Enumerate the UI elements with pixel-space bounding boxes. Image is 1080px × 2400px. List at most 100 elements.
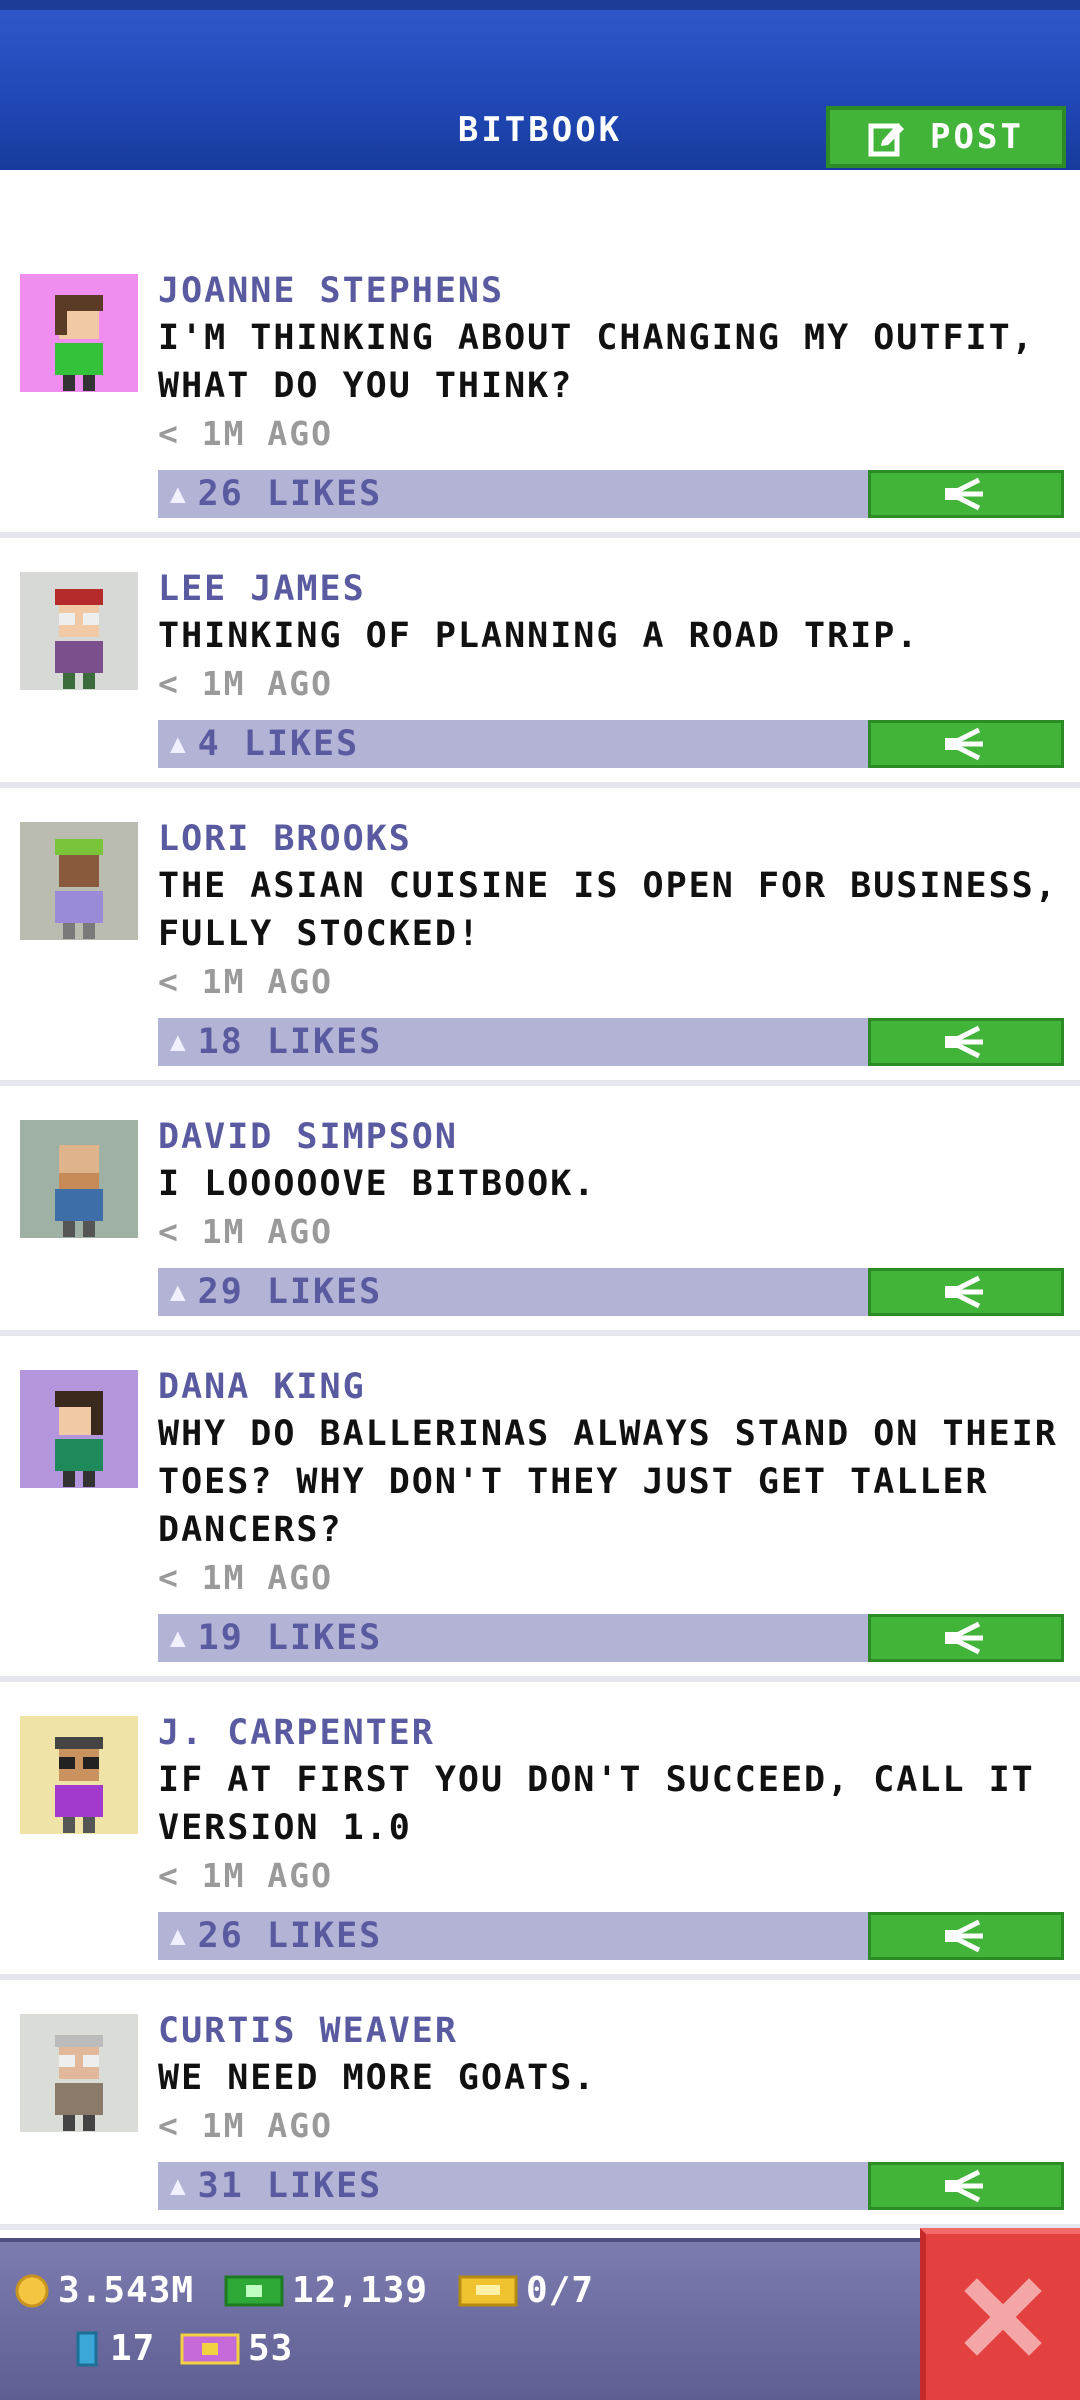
vip-stat: 53	[180, 2328, 293, 2369]
person-icon	[55, 839, 103, 939]
vip-value: 53	[248, 2328, 294, 2369]
share-button[interactable]	[868, 2162, 1064, 2210]
bux-value: 12,139	[292, 2270, 429, 2311]
likes-count: 18 LIKES	[197, 1022, 383, 1062]
post-button-label: POST	[930, 117, 1024, 157]
elevator-stat: 17	[72, 2328, 155, 2369]
post-message: THINKING OF PLANNING A ROAD TRIP.	[158, 616, 920, 656]
elevator-value: 17	[110, 2328, 156, 2369]
list-item: DAVID SIMPSON I LOOOOOVE BITBOOK. < 1M A…	[0, 1086, 1080, 1336]
thumb-up-icon: ▲	[170, 1277, 188, 1307]
thumb-up-icon: ▲	[170, 1623, 188, 1653]
post-message: IF AT FIRST YOU DON'T SUCCEED, CALL IT V…	[158, 1760, 1035, 1848]
share-icon	[945, 477, 983, 511]
post-message: I'M THINKING ABOUT CHANGING MY OUTFIT, W…	[158, 318, 1035, 406]
ticket-icon	[458, 2275, 518, 2306]
share-button[interactable]	[868, 1268, 1064, 1316]
post-author[interactable]: DANA KING	[158, 1364, 1062, 1410]
share-icon	[945, 1919, 983, 1953]
close-icon	[964, 2278, 1042, 2356]
likes-bar[interactable]: ▲ 26 LIKES	[158, 470, 868, 518]
likes-count: 26 LIKES	[197, 1916, 383, 1956]
likes-bar[interactable]: ▲ 19 LIKES	[158, 1614, 868, 1662]
share-button[interactable]	[868, 1018, 1064, 1066]
post-time: < 1M AGO	[158, 664, 333, 703]
likes-bar[interactable]: ▲ 26 LIKES	[158, 1912, 868, 1960]
thumb-up-icon: ▲	[170, 2171, 188, 2201]
feed-list[interactable]: JOANNE STEPHENS I'M THINKING ABOUT CHANG…	[0, 240, 1080, 2230]
person-icon	[55, 1145, 103, 1237]
likes-count: 4 LIKES	[197, 724, 360, 764]
avatar[interactable]	[20, 822, 138, 940]
thumb-up-icon: ▲	[170, 729, 188, 759]
share-button[interactable]	[868, 1614, 1064, 1662]
post-author[interactable]: LORI BROOKS	[158, 816, 1062, 862]
tickets-value: 0/7	[526, 2270, 595, 2311]
header-bar: BITBOOK POST	[0, 0, 1080, 170]
post-time: < 1M AGO	[158, 1212, 333, 1251]
post-time: < 1M AGO	[158, 1856, 333, 1895]
post-message: WE NEED MORE GOATS.	[158, 2058, 597, 2098]
post-time: < 1M AGO	[158, 1558, 333, 1597]
list-item: J. CARPENTER IF AT FIRST YOU DON'T SUCCE…	[0, 1682, 1080, 1980]
coins-value: 3.543M	[58, 2270, 195, 2311]
post-time: < 1M AGO	[158, 414, 333, 453]
likes-count: 31 LIKES	[197, 2166, 383, 2206]
likes-bar[interactable]: ▲ 29 LIKES	[158, 1268, 868, 1316]
status-bar: 3.543M 12,139 0/7 17 53	[0, 2238, 1080, 2400]
avatar[interactable]	[20, 1120, 138, 1238]
post-message: I LOOOOOVE BITBOOK.	[158, 1164, 597, 1204]
post-author[interactable]: JOANNE STEPHENS	[158, 268, 1062, 314]
share-button[interactable]	[868, 470, 1064, 518]
vip-icon	[180, 2333, 240, 2364]
edit-icon	[868, 123, 905, 157]
likes-count: 26 LIKES	[197, 474, 383, 514]
avatar[interactable]	[20, 572, 138, 690]
list-item: DANA KING WHY DO BALLERINAS ALWAYS STAND…	[0, 1336, 1080, 1682]
avatar[interactable]	[20, 1370, 138, 1488]
list-item: LORI BROOKS THE ASIAN CUISINE IS OPEN FO…	[0, 788, 1080, 1086]
post-message: THE ASIAN CUISINE IS OPEN FOR BUSINESS, …	[158, 866, 1058, 954]
person-icon	[55, 1737, 103, 1833]
list-item: JOANNE STEPHENS I'M THINKING ABOUT CHANG…	[0, 240, 1080, 538]
avatar[interactable]	[20, 274, 138, 392]
share-icon	[945, 1025, 983, 1059]
coin-icon	[15, 2274, 49, 2307]
thumb-up-icon: ▲	[170, 479, 188, 509]
likes-bar[interactable]: ▲ 18 LIKES	[158, 1018, 868, 1066]
post-time: < 1M AGO	[158, 2106, 333, 2145]
coins-stat: 3.543M	[14, 2270, 194, 2311]
person-icon	[55, 1391, 103, 1487]
share-button[interactable]	[868, 1912, 1064, 1960]
person-icon	[55, 589, 103, 689]
person-icon	[55, 2035, 103, 2131]
list-item: CURTIS WEAVER WE NEED MORE GOATS. < 1M A…	[0, 1980, 1080, 2230]
share-icon	[945, 1275, 983, 1309]
post-message: WHY DO BALLERINAS ALWAYS STAND ON THEIR …	[158, 1414, 1058, 1550]
avatar[interactable]	[20, 1716, 138, 1834]
list-item: LEE JAMES THINKING OF PLANNING A ROAD TR…	[0, 538, 1080, 788]
bux-icon	[224, 2275, 284, 2306]
likes-bar[interactable]: ▲ 4 LIKES	[158, 720, 868, 768]
share-icon	[945, 2169, 983, 2203]
share-icon	[945, 1621, 983, 1655]
post-author[interactable]: J. CARPENTER	[158, 1710, 1062, 1756]
post-author[interactable]: CURTIS WEAVER	[158, 2008, 1062, 2054]
elevator-icon	[76, 2331, 98, 2366]
post-author[interactable]: DAVID SIMPSON	[158, 1114, 1062, 1160]
bux-stat: 12,139	[224, 2270, 428, 2311]
likes-count: 29 LIKES	[197, 1272, 383, 1312]
share-icon	[945, 727, 983, 761]
avatar[interactable]	[20, 2014, 138, 2132]
tickets-stat: 0/7	[458, 2270, 594, 2311]
thumb-up-icon: ▲	[170, 1921, 188, 1951]
post-button[interactable]: POST	[826, 106, 1066, 168]
post-time: < 1M AGO	[158, 962, 333, 1001]
share-button[interactable]	[868, 720, 1064, 768]
close-button[interactable]	[920, 2228, 1080, 2400]
thumb-up-icon: ▲	[170, 1027, 188, 1057]
person-icon	[55, 295, 103, 391]
post-author[interactable]: LEE JAMES	[158, 566, 1062, 612]
likes-bar[interactable]: ▲ 31 LIKES	[158, 2162, 868, 2210]
likes-count: 19 LIKES	[197, 1618, 383, 1658]
